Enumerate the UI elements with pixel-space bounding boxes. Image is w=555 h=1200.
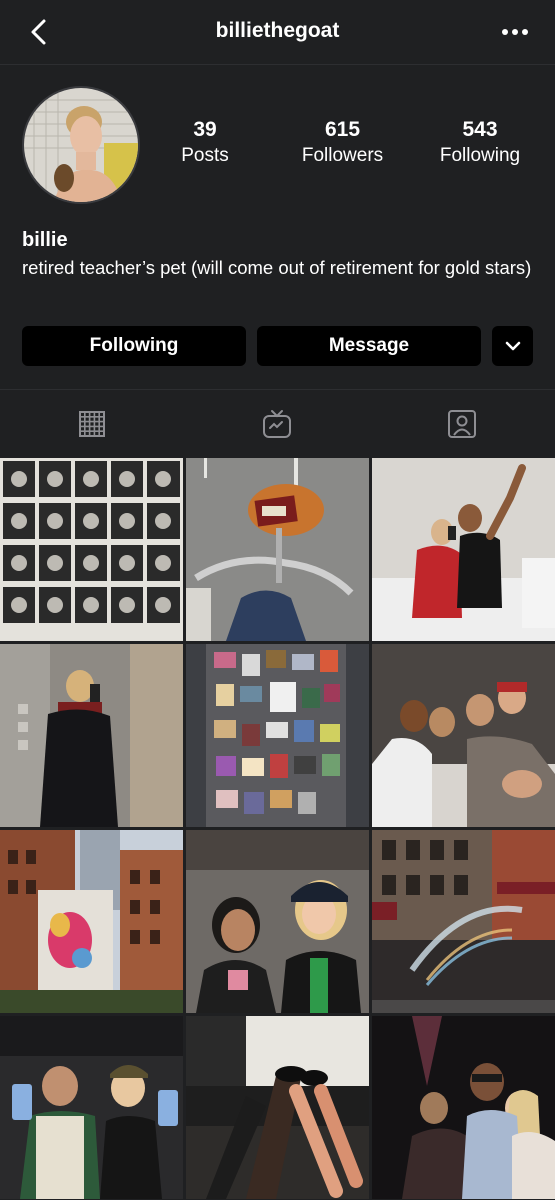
- following-button[interactable]: Following: [22, 326, 246, 366]
- following-label: Following: [439, 145, 521, 166]
- post-thumbnail[interactable]: [186, 458, 369, 641]
- chevron-down-icon: [505, 341, 520, 351]
- top-bar: billiethegoat: [0, 0, 555, 65]
- post-thumbnail[interactable]: [372, 830, 555, 1013]
- post-thumbnail[interactable]: [186, 1016, 369, 1199]
- posts-grid: [0, 458, 555, 1200]
- post-thumbnail[interactable]: [186, 830, 369, 1013]
- stat-followers[interactable]: 615 Followers: [283, 116, 403, 168]
- followers-count: 615: [324, 118, 361, 141]
- bio-text: retired teacher’s pet (will come out of …: [22, 257, 532, 278]
- posts-label: Posts: [181, 145, 229, 166]
- grid-icon[interactable]: [76, 408, 108, 440]
- avatar[interactable]: [22, 86, 140, 204]
- post-thumbnail[interactable]: [372, 458, 555, 641]
- tagged-icon[interactable]: [446, 408, 478, 440]
- suggested-accounts-button[interactable]: [492, 326, 533, 366]
- stat-posts[interactable]: 39 Posts: [145, 116, 265, 168]
- more-options-icon[interactable]: [499, 18, 531, 46]
- igtv-icon[interactable]: [261, 408, 293, 440]
- post-thumbnail[interactable]: [0, 644, 183, 827]
- profile-stats: 39 Posts 615 Followers 543 Following: [145, 116, 540, 168]
- post-thumbnail[interactable]: [372, 644, 555, 827]
- message-button[interactable]: Message: [257, 326, 481, 366]
- followers-label: Followers: [301, 145, 384, 166]
- avatar-photo: [24, 88, 138, 202]
- post-thumbnail[interactable]: [186, 644, 369, 827]
- following-count: 543: [462, 118, 498, 141]
- display-name: billie: [22, 229, 68, 251]
- posts-count: 39: [193, 118, 217, 141]
- post-thumbnail[interactable]: [0, 1016, 183, 1199]
- username-title: billiethegoat: [215, 19, 340, 42]
- post-thumbnail[interactable]: [0, 458, 183, 641]
- post-thumbnail[interactable]: [372, 1016, 555, 1199]
- post-thumbnail[interactable]: [0, 830, 183, 1013]
- profile-tabs: [0, 389, 555, 458]
- stat-following[interactable]: 543 Following: [420, 116, 540, 168]
